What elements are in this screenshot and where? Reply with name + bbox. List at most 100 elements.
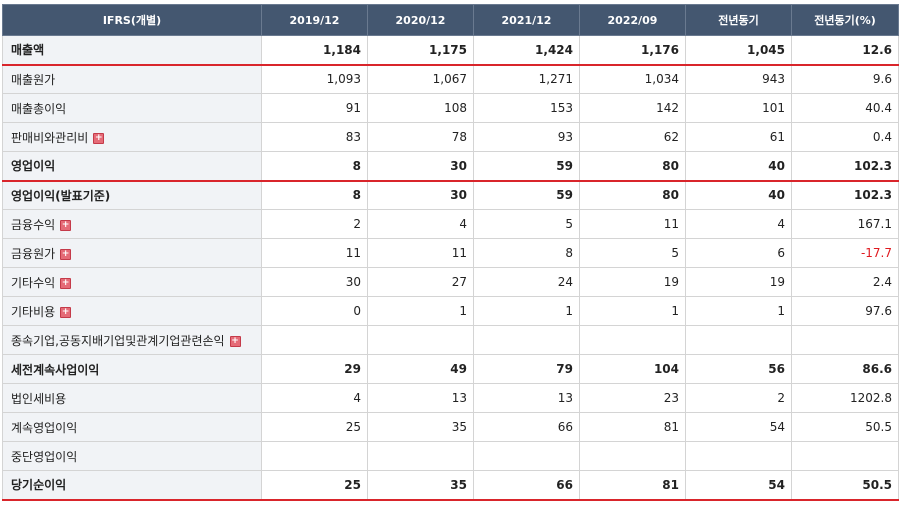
header-row: IFRS(개별) 2019/12 2020/12 2021/12 2022/09 전년동… bbox=[2, 4, 899, 36]
value-cell bbox=[473, 441, 580, 471]
value-cell: 1 bbox=[473, 296, 580, 326]
value-cell: 2 bbox=[685, 383, 792, 413]
row-label: 영업이익 bbox=[11, 159, 56, 174]
column-header: 전년동기 bbox=[685, 4, 792, 36]
row-label-cell: 매출원가 bbox=[2, 64, 262, 94]
value-cell bbox=[367, 325, 474, 355]
table-row: 매출총이익 91 108 153 142 101 40.4 bbox=[2, 93, 899, 123]
plus-box-icon[interactable]: + bbox=[93, 132, 105, 144]
value-cell: 91 bbox=[261, 93, 368, 123]
value-cell: 81 bbox=[579, 412, 686, 442]
value-cell: 40 bbox=[685, 151, 792, 182]
value-cell bbox=[473, 325, 580, 355]
value-cell: 56 bbox=[685, 354, 792, 384]
row-label: 세전계속사업이익 bbox=[11, 362, 100, 377]
table-row: 계속영업이익 25 35 66 81 54 50.5 bbox=[2, 412, 899, 442]
row-label-cell: 당기순이익 bbox=[2, 470, 262, 501]
value-cell: 40.4 bbox=[791, 93, 899, 123]
table-row: 세전계속사업이익 29 49 79 104 56 86.6 bbox=[2, 354, 899, 384]
value-cell: 1,271 bbox=[473, 64, 580, 94]
table-header: IFRS(개별) 2019/12 2020/12 2021/12 2022/09 전년동… bbox=[2, 4, 899, 36]
value-cell: 8 bbox=[261, 180, 368, 210]
value-cell bbox=[791, 441, 899, 471]
value-cell: 4 bbox=[685, 209, 792, 239]
plus-box-icon[interactable]: + bbox=[60, 277, 72, 289]
value-cell: 102.3 bbox=[791, 180, 899, 210]
row-label: 금융원가 bbox=[11, 246, 56, 261]
value-cell: 50.5 bbox=[791, 412, 899, 442]
row-label-cell: 세전계속사업이익 bbox=[2, 354, 262, 384]
value-cell: 25 bbox=[261, 412, 368, 442]
column-header: 2020/12 bbox=[367, 4, 474, 36]
value-cell: 102.3 bbox=[791, 151, 899, 182]
value-cell: 4 bbox=[367, 209, 474, 239]
value-cell: 79 bbox=[473, 354, 580, 384]
value-cell: 59 bbox=[473, 180, 580, 210]
value-cell: 61 bbox=[685, 122, 792, 152]
table-row: 당기순이익 25 35 66 81 54 50.5 bbox=[2, 470, 899, 501]
value-cell: 1 bbox=[685, 296, 792, 326]
value-cell bbox=[367, 441, 474, 471]
value-cell: 35 bbox=[367, 412, 474, 442]
plus-box-icon[interactable]: + bbox=[60, 306, 72, 318]
value-cell: 8 bbox=[473, 238, 580, 268]
value-cell: 1,067 bbox=[367, 64, 474, 94]
value-cell: 108 bbox=[367, 93, 474, 123]
value-cell bbox=[261, 325, 368, 355]
value-cell: 1,175 bbox=[367, 35, 474, 66]
value-cell: 153 bbox=[473, 93, 580, 123]
value-cell: 5 bbox=[579, 238, 686, 268]
column-header: 2021/12 bbox=[473, 4, 580, 36]
table-row: 기타비용 +0 1 1 1 1 97.6 bbox=[2, 296, 899, 326]
value-cell: 27 bbox=[367, 267, 474, 297]
value-cell: 4 bbox=[261, 383, 368, 413]
value-cell: 0.4 bbox=[791, 122, 899, 152]
value-cell bbox=[579, 325, 686, 355]
row-label-cell: 매출액 bbox=[2, 35, 262, 66]
value-cell: 12.6 bbox=[791, 35, 899, 66]
value-cell: 11 bbox=[579, 209, 686, 239]
value-cell: 24 bbox=[473, 267, 580, 297]
row-label-cell: 영업이익(발표기준) bbox=[2, 180, 262, 210]
value-cell: 13 bbox=[367, 383, 474, 413]
table-row: 중단영업이익 bbox=[2, 441, 899, 471]
plus-box-icon[interactable]: + bbox=[229, 335, 241, 347]
value-cell: 35 bbox=[367, 470, 474, 501]
plus-box-icon[interactable]: + bbox=[60, 219, 72, 231]
plus-box-icon[interactable]: + bbox=[60, 248, 72, 260]
value-cell: 93 bbox=[473, 122, 580, 152]
row-label-cell: 법인세비용 bbox=[2, 383, 262, 413]
value-cell: 23 bbox=[579, 383, 686, 413]
value-cell: 1,424 bbox=[473, 35, 580, 66]
value-cell: 59 bbox=[473, 151, 580, 182]
row-label: 매출액 bbox=[11, 43, 45, 58]
row-label: 금융수익 bbox=[11, 217, 56, 232]
value-cell: 19 bbox=[579, 267, 686, 297]
value-cell: 11 bbox=[367, 238, 474, 268]
row-label: 매출총이익 bbox=[11, 101, 67, 116]
value-cell: 54 bbox=[685, 470, 792, 501]
row-label: 판매비와관리비 bbox=[11, 130, 89, 145]
value-cell: 66 bbox=[473, 412, 580, 442]
value-cell: 29 bbox=[261, 354, 368, 384]
row-label: 기타비용 bbox=[11, 304, 56, 319]
table-row: 판매비와관리비 +83 78 93 62 61 0.4 bbox=[2, 122, 899, 152]
value-cell: 30 bbox=[367, 151, 474, 182]
value-cell: 40 bbox=[685, 180, 792, 210]
column-header: 2019/12 bbox=[261, 4, 368, 36]
header-label: IFRS(개별) bbox=[2, 4, 262, 36]
table-row: 금융원가 +11 11 8 5 6 -17.7 bbox=[2, 238, 899, 268]
value-cell: 30 bbox=[261, 267, 368, 297]
value-cell: 2.4 bbox=[791, 267, 899, 297]
value-cell: 142 bbox=[579, 93, 686, 123]
row-label: 종속기업,공동지배기업및관계기업관련손익 bbox=[11, 333, 225, 348]
table-row: 금융수익 +2 4 5 11 4 167.1 bbox=[2, 209, 899, 239]
row-label: 법인세비용 bbox=[11, 391, 67, 406]
value-cell: 80 bbox=[579, 151, 686, 182]
row-label-cell: 금융수익 + bbox=[2, 209, 262, 239]
column-header: 전년동기(%) bbox=[791, 4, 899, 36]
value-cell: 104 bbox=[579, 354, 686, 384]
value-cell bbox=[685, 441, 792, 471]
income-statement-table: IFRS(개별) 2019/12 2020/12 2021/12 2022/09 전년동… bbox=[2, 4, 899, 501]
value-cell: 2 bbox=[261, 209, 368, 239]
